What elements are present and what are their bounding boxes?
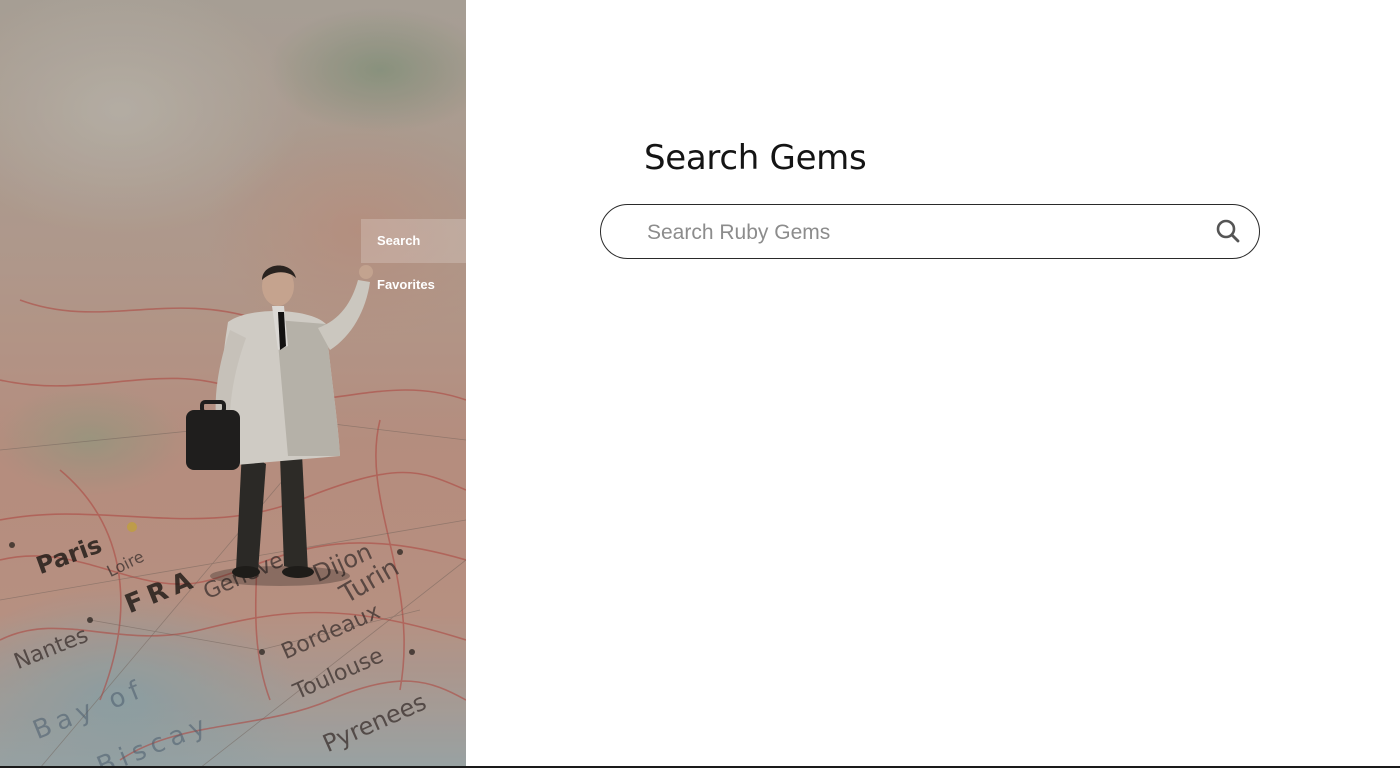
search-icon[interactable]: [1215, 218, 1241, 244]
hero-image: Paris FRA Geneve Dijon Turin Loire Nante…: [0, 0, 466, 768]
search-input[interactable]: [645, 205, 1209, 260]
nav-item-favorites[interactable]: Favorites: [361, 263, 466, 307]
side-nav: Search Favorites: [361, 219, 466, 307]
page-title: Search Gems: [644, 138, 867, 178]
app-root: Paris FRA Geneve Dijon Turin Loire Nante…: [0, 0, 1400, 768]
nav-item-search[interactable]: Search: [361, 219, 466, 263]
hero-shade: [0, 0, 466, 768]
main-content: Search Gems: [466, 0, 1400, 768]
search-bar: [600, 204, 1260, 260]
